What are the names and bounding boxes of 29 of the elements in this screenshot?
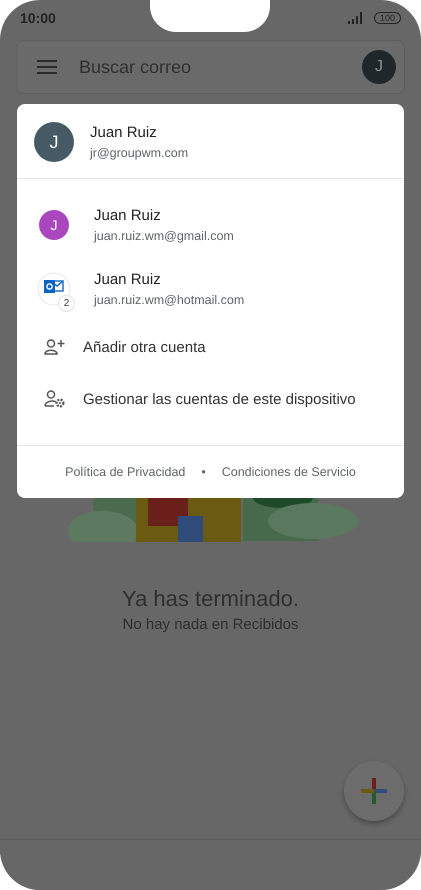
empty-title: Ya has terminado. bbox=[121, 586, 300, 612]
search-bar[interactable]: Buscar correo J bbox=[16, 40, 405, 94]
account-email: juan.ruiz.wm@hotmail.com bbox=[94, 293, 244, 307]
account-name: Juan Ruiz bbox=[94, 207, 162, 224]
account-avatar: J bbox=[39, 210, 69, 240]
person-gear-icon bbox=[44, 390, 66, 408]
account-avatar[interactable]: J bbox=[362, 50, 396, 84]
mail-app-icon bbox=[37, 272, 71, 306]
plus-icon bbox=[361, 778, 387, 804]
empty-subtitle: No hay nada en Recibidos bbox=[122, 616, 300, 633]
menu-item[interactable]: Gestionar las cuentas de este dispositivo bbox=[17, 373, 404, 425]
account-badge: 2 bbox=[58, 295, 75, 312]
compose-button[interactable] bbox=[344, 761, 404, 821]
menu-item[interactable]: Añadir otra cuenta bbox=[17, 321, 404, 373]
separator-dot: • bbox=[201, 465, 206, 479]
account-item[interactable]: 2 Juan Ruiz juan.ruiz.wm@hotmail.com bbox=[17, 257, 404, 321]
account-item[interactable]: J Juan Ruiz juan.ruiz.wm@gmail.com bbox=[17, 193, 404, 257]
account-email: juan.ruiz.wm@gmail.com bbox=[94, 229, 234, 243]
account-name: Juan Ruiz bbox=[94, 271, 162, 288]
terms-link[interactable]: Condiciones de Servicio bbox=[222, 465, 356, 479]
add-person-icon bbox=[44, 339, 66, 355]
account-avatar: J bbox=[34, 122, 74, 162]
privacy-link[interactable]: Política de Privacidad bbox=[65, 465, 186, 479]
signal-icon bbox=[348, 12, 364, 24]
status-time: 10:00 bbox=[20, 10, 57, 26]
account-name: Juan Ruiz bbox=[90, 124, 158, 141]
battery-level: 100 bbox=[374, 12, 401, 24]
account-email: jr@groupwm.com bbox=[90, 146, 188, 160]
menu-icon[interactable] bbox=[37, 60, 57, 74]
